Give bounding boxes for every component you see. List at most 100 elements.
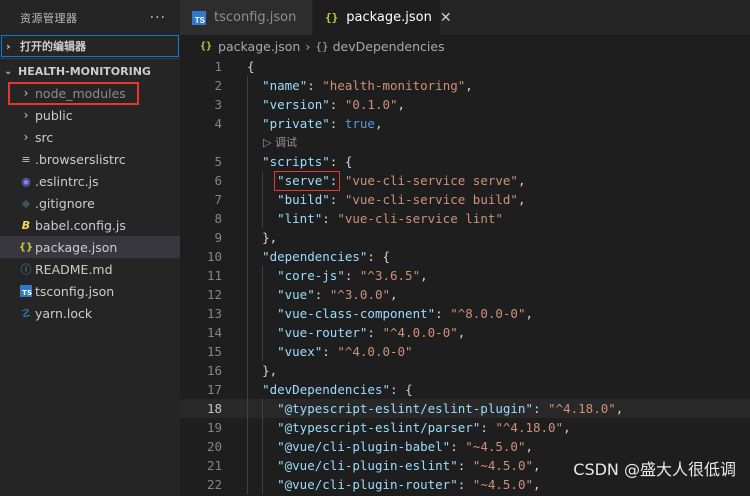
chevron-right-icon: ›	[23, 86, 29, 100]
line-number: 14	[206, 325, 222, 340]
code-line[interactable]: 3 "version": "0.1.0",	[180, 95, 750, 114]
code-text: "vue": "^3.0.0",	[277, 287, 398, 302]
code-text: "vue-router": "^4.0.0-0",	[277, 325, 466, 340]
code-line[interactable]: 6 "serve": "vue-cli-service serve",	[180, 171, 750, 191]
json-icon: {}	[18, 241, 34, 253]
line-number: 13	[206, 306, 222, 321]
tree-item-label: .eslintrc.js	[35, 173, 99, 189]
tree-item-yarn-lock[interactable]: ☡ yarn.lock	[0, 302, 180, 324]
breadcrumb-node[interactable]: devDependencies	[333, 39, 445, 54]
babel-icon: B	[21, 218, 31, 232]
explorer-sidebar: 资源管理器 ··· › 打开的编辑器 ⌄ HEALTH-MONITORING ›…	[0, 0, 180, 496]
tree-item-label: README.md	[35, 261, 113, 277]
yarn-icon: ☡	[21, 306, 31, 320]
breadcrumb: {} package.json › {} devDependencies	[180, 35, 750, 57]
code-text: "@vue/cli-plugin-babel": "~4.5.0",	[277, 439, 534, 454]
code-text: "version": "0.1.0",	[262, 97, 406, 112]
debug-codelens-label[interactable]: ▷ 调试	[263, 133, 297, 152]
line-number: 3	[214, 97, 222, 112]
tree-item-readme[interactable]: ⓘ README.md	[0, 258, 180, 280]
line-number: 1	[214, 59, 222, 74]
tree-item-package-json[interactable]: {} package.json	[0, 236, 180, 258]
close-icon[interactable]: ✕	[440, 10, 452, 26]
code-line[interactable]: 14 "vue-router": "^4.0.0-0",	[180, 323, 750, 342]
code-text: },	[262, 363, 278, 378]
eslint-icon: ◉	[21, 174, 31, 188]
line-number: 18	[206, 401, 222, 416]
explorer-header: 资源管理器 ···	[0, 0, 180, 35]
code-line[interactable]: 9 },	[180, 228, 750, 247]
code-line[interactable]: 10 "dependencies": {	[180, 247, 750, 266]
code-line[interactable]: 2 "name": "health-monitoring",	[180, 76, 750, 95]
chevron-right-icon: ›	[23, 130, 29, 144]
open-editors-label: 打开的编辑器	[20, 40, 86, 53]
code-line[interactable]: 7 "build": "vue-cli-service build",	[180, 190, 750, 209]
typescript-icon: TS	[192, 10, 206, 25]
code-text: "@vue/cli-plugin-eslint": "~4.5.0",	[277, 458, 541, 473]
indent-guide	[247, 133, 248, 152]
tree-item-label: .gitignore	[35, 195, 95, 211]
line-number: 10	[206, 249, 222, 264]
line-number: 7	[214, 192, 222, 207]
code-line[interactable]: 13 "vue-class-component": "^8.0.0-0",	[180, 304, 750, 323]
code-line[interactable]: 11 "core-js": "^3.6.5",	[180, 266, 750, 285]
line-number: 9	[214, 230, 222, 245]
lines-icon: ≡	[21, 152, 31, 166]
line-number: 2	[214, 78, 222, 93]
tree-item-babel-config[interactable]: B babel.config.js	[0, 214, 180, 236]
code-text: "@typescript-eslint/eslint-plugin": "^4.…	[277, 401, 624, 416]
code-text: "@typescript-eslint/parser": "^4.18.0",	[277, 420, 571, 435]
chevron-right-icon: ›	[23, 108, 29, 122]
code-text: "dependencies": {	[262, 249, 391, 264]
code-text: "lint": "vue-cli-service lint"	[277, 211, 503, 226]
code-text: "private": true,	[262, 116, 383, 131]
tree-item-browserslistrc[interactable]: ≡ .browserslistrc	[0, 148, 180, 170]
code-line[interactable]: 1{	[180, 57, 750, 76]
json-icon: {}	[325, 11, 339, 24]
tree-item-eslintrc[interactable]: ◉ .eslintrc.js	[0, 170, 180, 192]
debug-codelens[interactable]: ▷ 调试	[180, 133, 750, 152]
code-line[interactable]: 15 "vuex": "^4.0.0-0"	[180, 342, 750, 361]
tree-item-public[interactable]: › public	[0, 104, 180, 126]
tree-item-label: node_modules	[35, 85, 126, 101]
code-line[interactable]: 17 "devDependencies": {	[180, 380, 750, 399]
code-line[interactable]: 4 "private": true,	[180, 114, 750, 133]
line-number: 8	[214, 211, 222, 226]
tree-item-src[interactable]: › src	[0, 126, 180, 148]
code-line[interactable]: 18 "@typescript-eslint/eslint-plugin": "…	[180, 399, 750, 418]
code-text: "vuex": "^4.0.0-0"	[277, 344, 413, 359]
tab-package-json[interactable]: {} package.json ✕	[313, 0, 452, 35]
serve-highlight-box	[274, 171, 341, 191]
tab-label: package.json	[346, 10, 432, 25]
code-line[interactable]: 5 "scripts": {	[180, 152, 750, 171]
line-number: 17	[206, 382, 222, 397]
project-section[interactable]: ⌄ HEALTH-MONITORING	[0, 60, 180, 82]
code-line[interactable]: 12 "vue": "^3.0.0",	[180, 285, 750, 304]
code-line[interactable]: 16 },	[180, 361, 750, 380]
line-number: 12	[206, 287, 222, 302]
code-editor[interactable]: 1{2 "name": "health-monitoring", 3 "versi…	[180, 57, 750, 496]
tree-item-tsconfig[interactable]: TS tsconfig.json	[0, 280, 180, 302]
tree-item-gitignore[interactable]: ◆ .gitignore	[0, 192, 180, 214]
tree-item-label: babel.config.js	[35, 217, 126, 233]
tree-item-node-modules[interactable]: › node_modules	[0, 82, 180, 104]
git-icon: ◆	[21, 196, 31, 210]
code-text: "build": "vue-cli-service build",	[277, 192, 526, 207]
tree-item-label: .browserslistrc	[35, 151, 126, 167]
tree-item-label: src	[35, 129, 54, 145]
code-line[interactable]: 8 "lint": "vue-cli-service lint"	[180, 209, 750, 228]
section-divider	[0, 58, 180, 59]
tab-tsconfig[interactable]: TS tsconfig.json	[180, 0, 313, 35]
explorer-title: 资源管理器	[20, 11, 78, 25]
line-number: 4	[214, 116, 222, 131]
open-editors-section[interactable]: › 打开的编辑器	[1, 35, 179, 57]
file-tree: › node_modules › public › src ≡ .browser…	[0, 82, 180, 324]
tree-item-label: package.json	[35, 239, 118, 255]
code-text: {	[247, 59, 255, 74]
code-line[interactable]: 20 "@vue/cli-plugin-babel": "~4.5.0",	[180, 437, 750, 456]
project-label: HEALTH-MONITORING	[18, 64, 151, 78]
breadcrumb-file[interactable]: package.json	[218, 39, 300, 54]
code-line[interactable]: 19 "@typescript-eslint/parser": "^4.18.0…	[180, 418, 750, 437]
json-icon: {}	[200, 40, 213, 52]
more-actions-icon[interactable]: ···	[150, 10, 166, 26]
